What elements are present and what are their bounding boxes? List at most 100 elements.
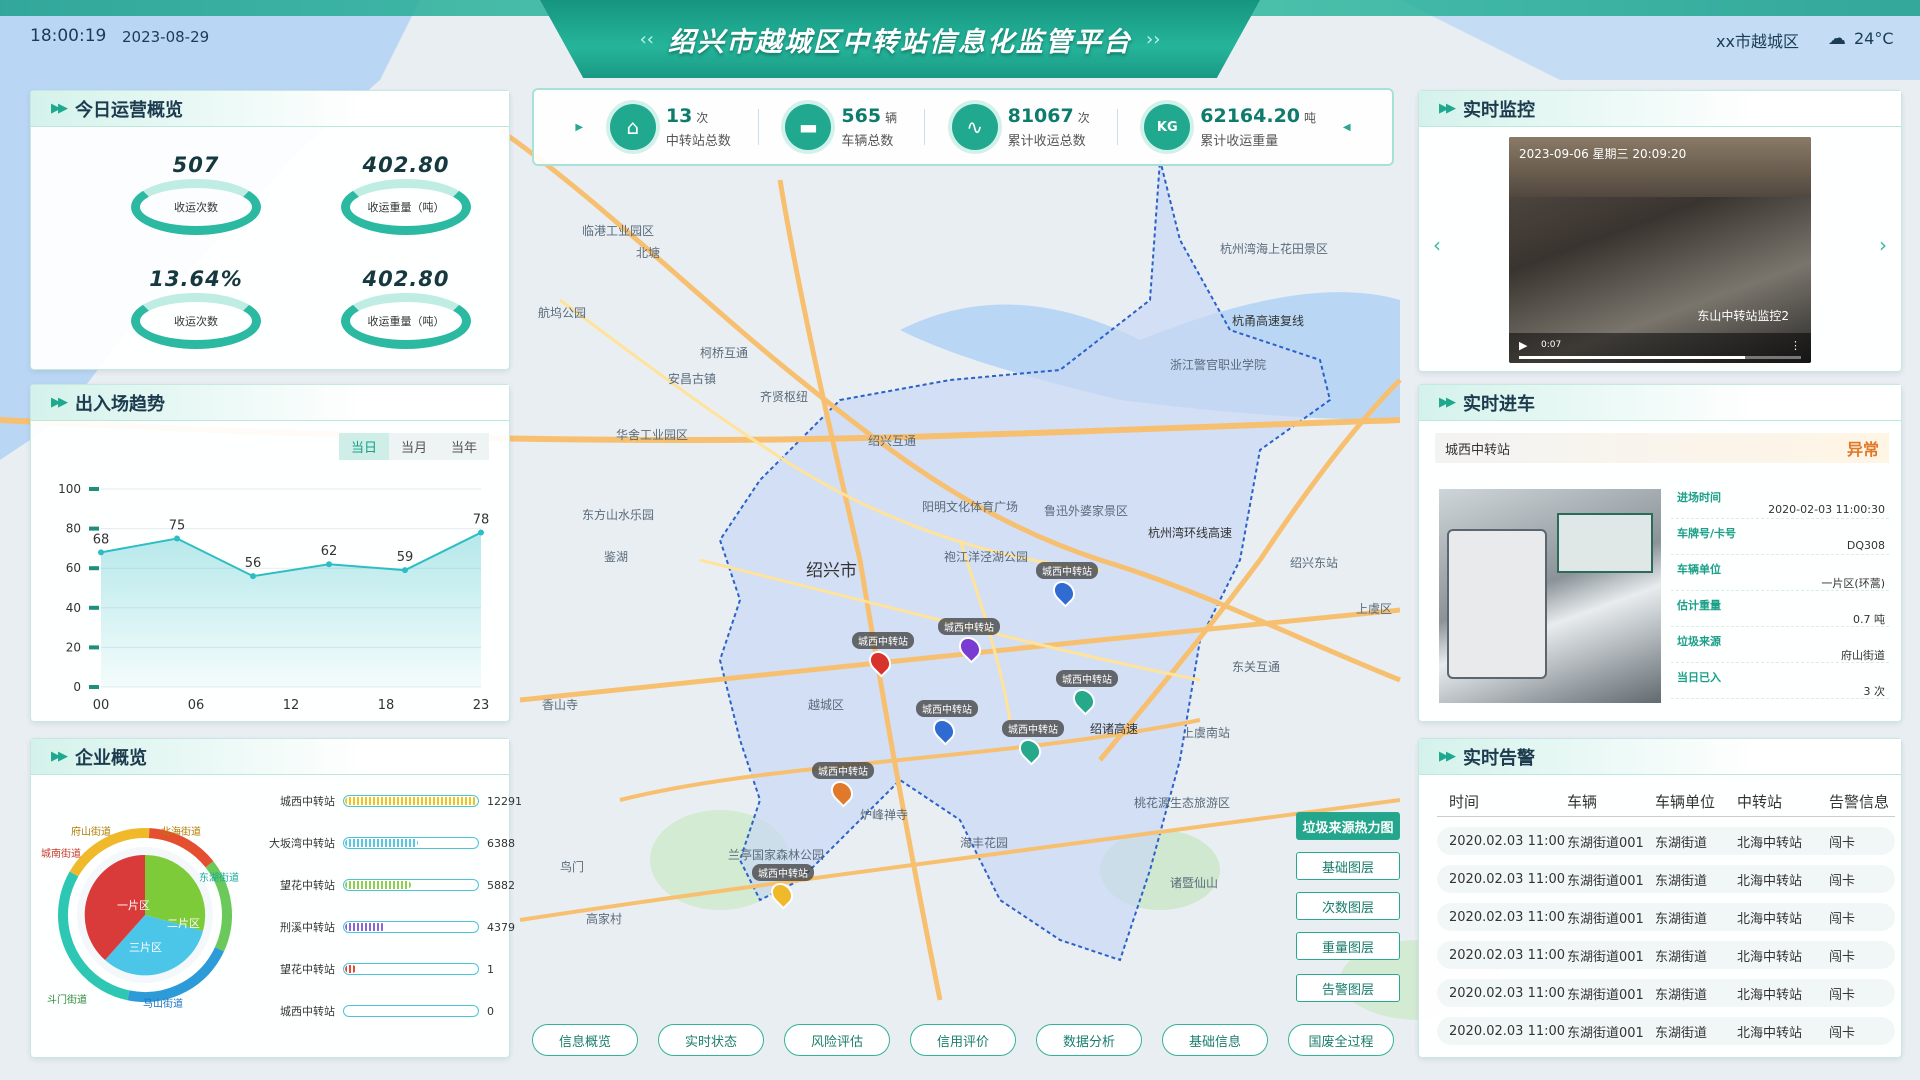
entry-field-value: DQ308 [1846, 539, 1885, 552]
header-region[interactable]: xx市越城区 [1716, 28, 1799, 52]
table-cell: 2020.02.03 11:00 [1449, 909, 1566, 925]
panel-arrow-icon: ▶▶ [51, 395, 68, 410]
gauge: 402.80 收运重量（吨） [321, 267, 491, 349]
trend-point[interactable] [478, 529, 484, 536]
trend-icon: ∿ [951, 104, 998, 150]
carousel-next-icon[interactable]: › [1879, 233, 1887, 257]
enterprise-bar-fill [345, 965, 356, 973]
nav-full-process[interactable]: 国废全过程 [1288, 1024, 1394, 1056]
tab-month[interactable]: 当月 [389, 433, 439, 460]
map-label-beitang: 北塘 [636, 246, 661, 260]
station-tag[interactable]: 城西中转站 [938, 618, 1000, 635]
entry-station: 城西中转站 [1445, 442, 1511, 458]
trend-point[interactable] [250, 573, 256, 580]
panel-header: ▶▶ 今日运营概览 [31, 91, 509, 127]
station-tag[interactable]: 城西中转站 [916, 700, 978, 717]
station-tag[interactable]: 城西中转站 [1002, 720, 1064, 737]
pie-outer-label: 北海街道 [161, 827, 201, 838]
entry-status-badge: 异常 [1846, 440, 1879, 459]
entry-field-key: 垃圾来源 [1677, 635, 1721, 648]
nav-risk-assessment[interactable]: 风险评估 [784, 1024, 890, 1056]
gauge-value: 402.80 [362, 153, 450, 177]
nav-basic-info[interactable]: 基础信息 [1162, 1024, 1268, 1056]
panel-arrow-icon: ▶▶ [1439, 749, 1456, 764]
map-label-shangyu-south: 上虞南站 [1182, 726, 1231, 740]
more-icon[interactable]: ⋮ [1790, 339, 1801, 352]
table-row[interactable]: 2020.02.03 11:00 东湖街道001 东湖街道 北海中转站 闯卡 [1437, 903, 1895, 931]
enterprise-row[interactable]: 城西中转站 0 [261, 1001, 531, 1021]
table-cell: 北海中转站 [1737, 949, 1803, 965]
table-cell: 2020.02.03 11:00 [1449, 871, 1566, 887]
table-row[interactable]: 2020.02.03 11:00 东湖街道001 东湖街道 北海中转站 闯卡 [1437, 1017, 1895, 1045]
video-timestamp: 2023-09-06 星期三 20:09:20 [1519, 147, 1687, 161]
stats-right-arrow-icon[interactable]: ◀ [1343, 122, 1351, 133]
layer-count-button[interactable]: 次数图层 [1296, 892, 1400, 920]
station-tag[interactable]: 城西中转站 [752, 864, 814, 881]
enterprise-value: 4379 [487, 920, 515, 934]
table-row[interactable]: 2020.02.03 11:00 东湖街道001 东湖街道 北海中转站 闯卡 [1437, 865, 1895, 893]
nav-realtime-status[interactable]: 实时状态 [658, 1024, 764, 1056]
stats-left-arrow-icon[interactable]: ▶ [575, 122, 583, 133]
trend-point[interactable] [174, 535, 180, 542]
enterprise-value: 6388 [487, 836, 515, 850]
camera-video[interactable]: 2023-09-06 星期三 20:09:20 东山中转站监控2 ▶ 0:07 … [1509, 137, 1811, 363]
video-play-time: 0:07 [1541, 340, 1562, 350]
video-camera-name: 东山中转站监控2 [1697, 309, 1789, 323]
trend-point[interactable] [402, 567, 408, 574]
map-label-xiangshan: 香山寺 [542, 698, 579, 712]
panel-header: ▶▶ 企业概览 [31, 739, 509, 775]
station-tag[interactable]: 城西中转站 [1056, 670, 1118, 687]
vehicle-photo[interactable] [1439, 489, 1661, 703]
carousel-prev-icon[interactable]: ‹ [1433, 233, 1441, 257]
layer-weight-button[interactable]: 重量图层 [1296, 932, 1400, 960]
map-label-college: 浙江警官职业学院 [1170, 358, 1267, 372]
y-tick-mark [89, 605, 99, 610]
pie-outer-label: 马山街道 [143, 999, 183, 1010]
enterprise-row[interactable]: 望花中转站 1 [261, 959, 531, 979]
y-tick-mark [89, 487, 99, 491]
map-label-shaoxing: 绍兴市 [806, 561, 857, 581]
map-label-paojiang: 袍江洋泾湖公园 [944, 550, 1029, 564]
nav-credit-evaluation[interactable]: 信用评价 [910, 1024, 1016, 1056]
trend-point-label: 78 [473, 513, 490, 528]
nav-info-overview[interactable]: 信息概览 [532, 1024, 638, 1056]
station-tag[interactable]: 城西中转站 [852, 632, 914, 649]
nav-data-analysis[interactable]: 数据分析 [1036, 1024, 1142, 1056]
station-tag[interactable]: 城西中转站 [812, 762, 874, 779]
panel-arrow-icon: ▶▶ [51, 101, 68, 116]
table-cell: 东湖街道001 [1567, 987, 1644, 1003]
tab-day[interactable]: 当日 [338, 433, 389, 460]
table-row[interactable]: 2020.02.03 11:00 东湖街道001 东湖街道 北海中转站 闯卡 [1437, 979, 1895, 1007]
column-header: 时间 [1449, 793, 1480, 811]
map-label-taohuayuan: 桃花源生态旅游区 [1134, 796, 1231, 810]
play-icon[interactable]: ▶ [1519, 339, 1527, 352]
column-header: 告警信息 [1829, 793, 1890, 811]
map-label-jianhu: 鉴湖 [604, 550, 629, 564]
layer-base-button[interactable]: 基础图层 [1296, 852, 1400, 880]
enterprise-row[interactable]: 城西中转站 12291 [261, 791, 531, 811]
y-tick-label: 0 [73, 680, 81, 694]
tab-year[interactable]: 当年 [439, 433, 489, 460]
temperature: 24°C [1854, 29, 1894, 48]
trend-point[interactable] [98, 549, 104, 556]
layer-heatmap-button[interactable]: 垃圾来源热力图 [1296, 812, 1400, 840]
enterprise-row[interactable]: 望花中转站 5882 [261, 875, 531, 895]
enterprise-row[interactable]: 大坂湾中转站 6388 [261, 833, 531, 853]
table-cell: 东湖街道 [1655, 835, 1708, 851]
pie-label: 三片区 [129, 941, 162, 954]
map-label-huashe: 华舍工业园区 [616, 428, 689, 442]
layer-alarm-button[interactable]: 告警图层 [1296, 974, 1400, 1002]
pie-outer-label: 府山街道 [71, 827, 111, 838]
stat-label: 累计收运重量 [1200, 134, 1279, 149]
video-progress-track[interactable] [1519, 356, 1801, 359]
map-label-gaojia: 高家村 [586, 912, 623, 926]
trend-point[interactable] [326, 561, 332, 568]
enterprise-row[interactable]: 刑溪中转站 4379 [261, 917, 531, 937]
station-tag[interactable]: 城西中转站 [1036, 562, 1098, 579]
column-header: 车辆单位 [1655, 793, 1716, 811]
map-label-haifeng: 海丰花园 [960, 836, 1009, 850]
stat-value: 13 [665, 105, 693, 127]
table-cell: 东湖街道001 [1567, 835, 1644, 851]
table-row[interactable]: 2020.02.03 11:00 东湖街道001 东湖街道 北海中转站 闯卡 [1437, 827, 1895, 855]
table-row[interactable]: 2020.02.03 11:00 东湖街道001 东湖街道 北海中转站 闯卡 [1437, 941, 1895, 969]
